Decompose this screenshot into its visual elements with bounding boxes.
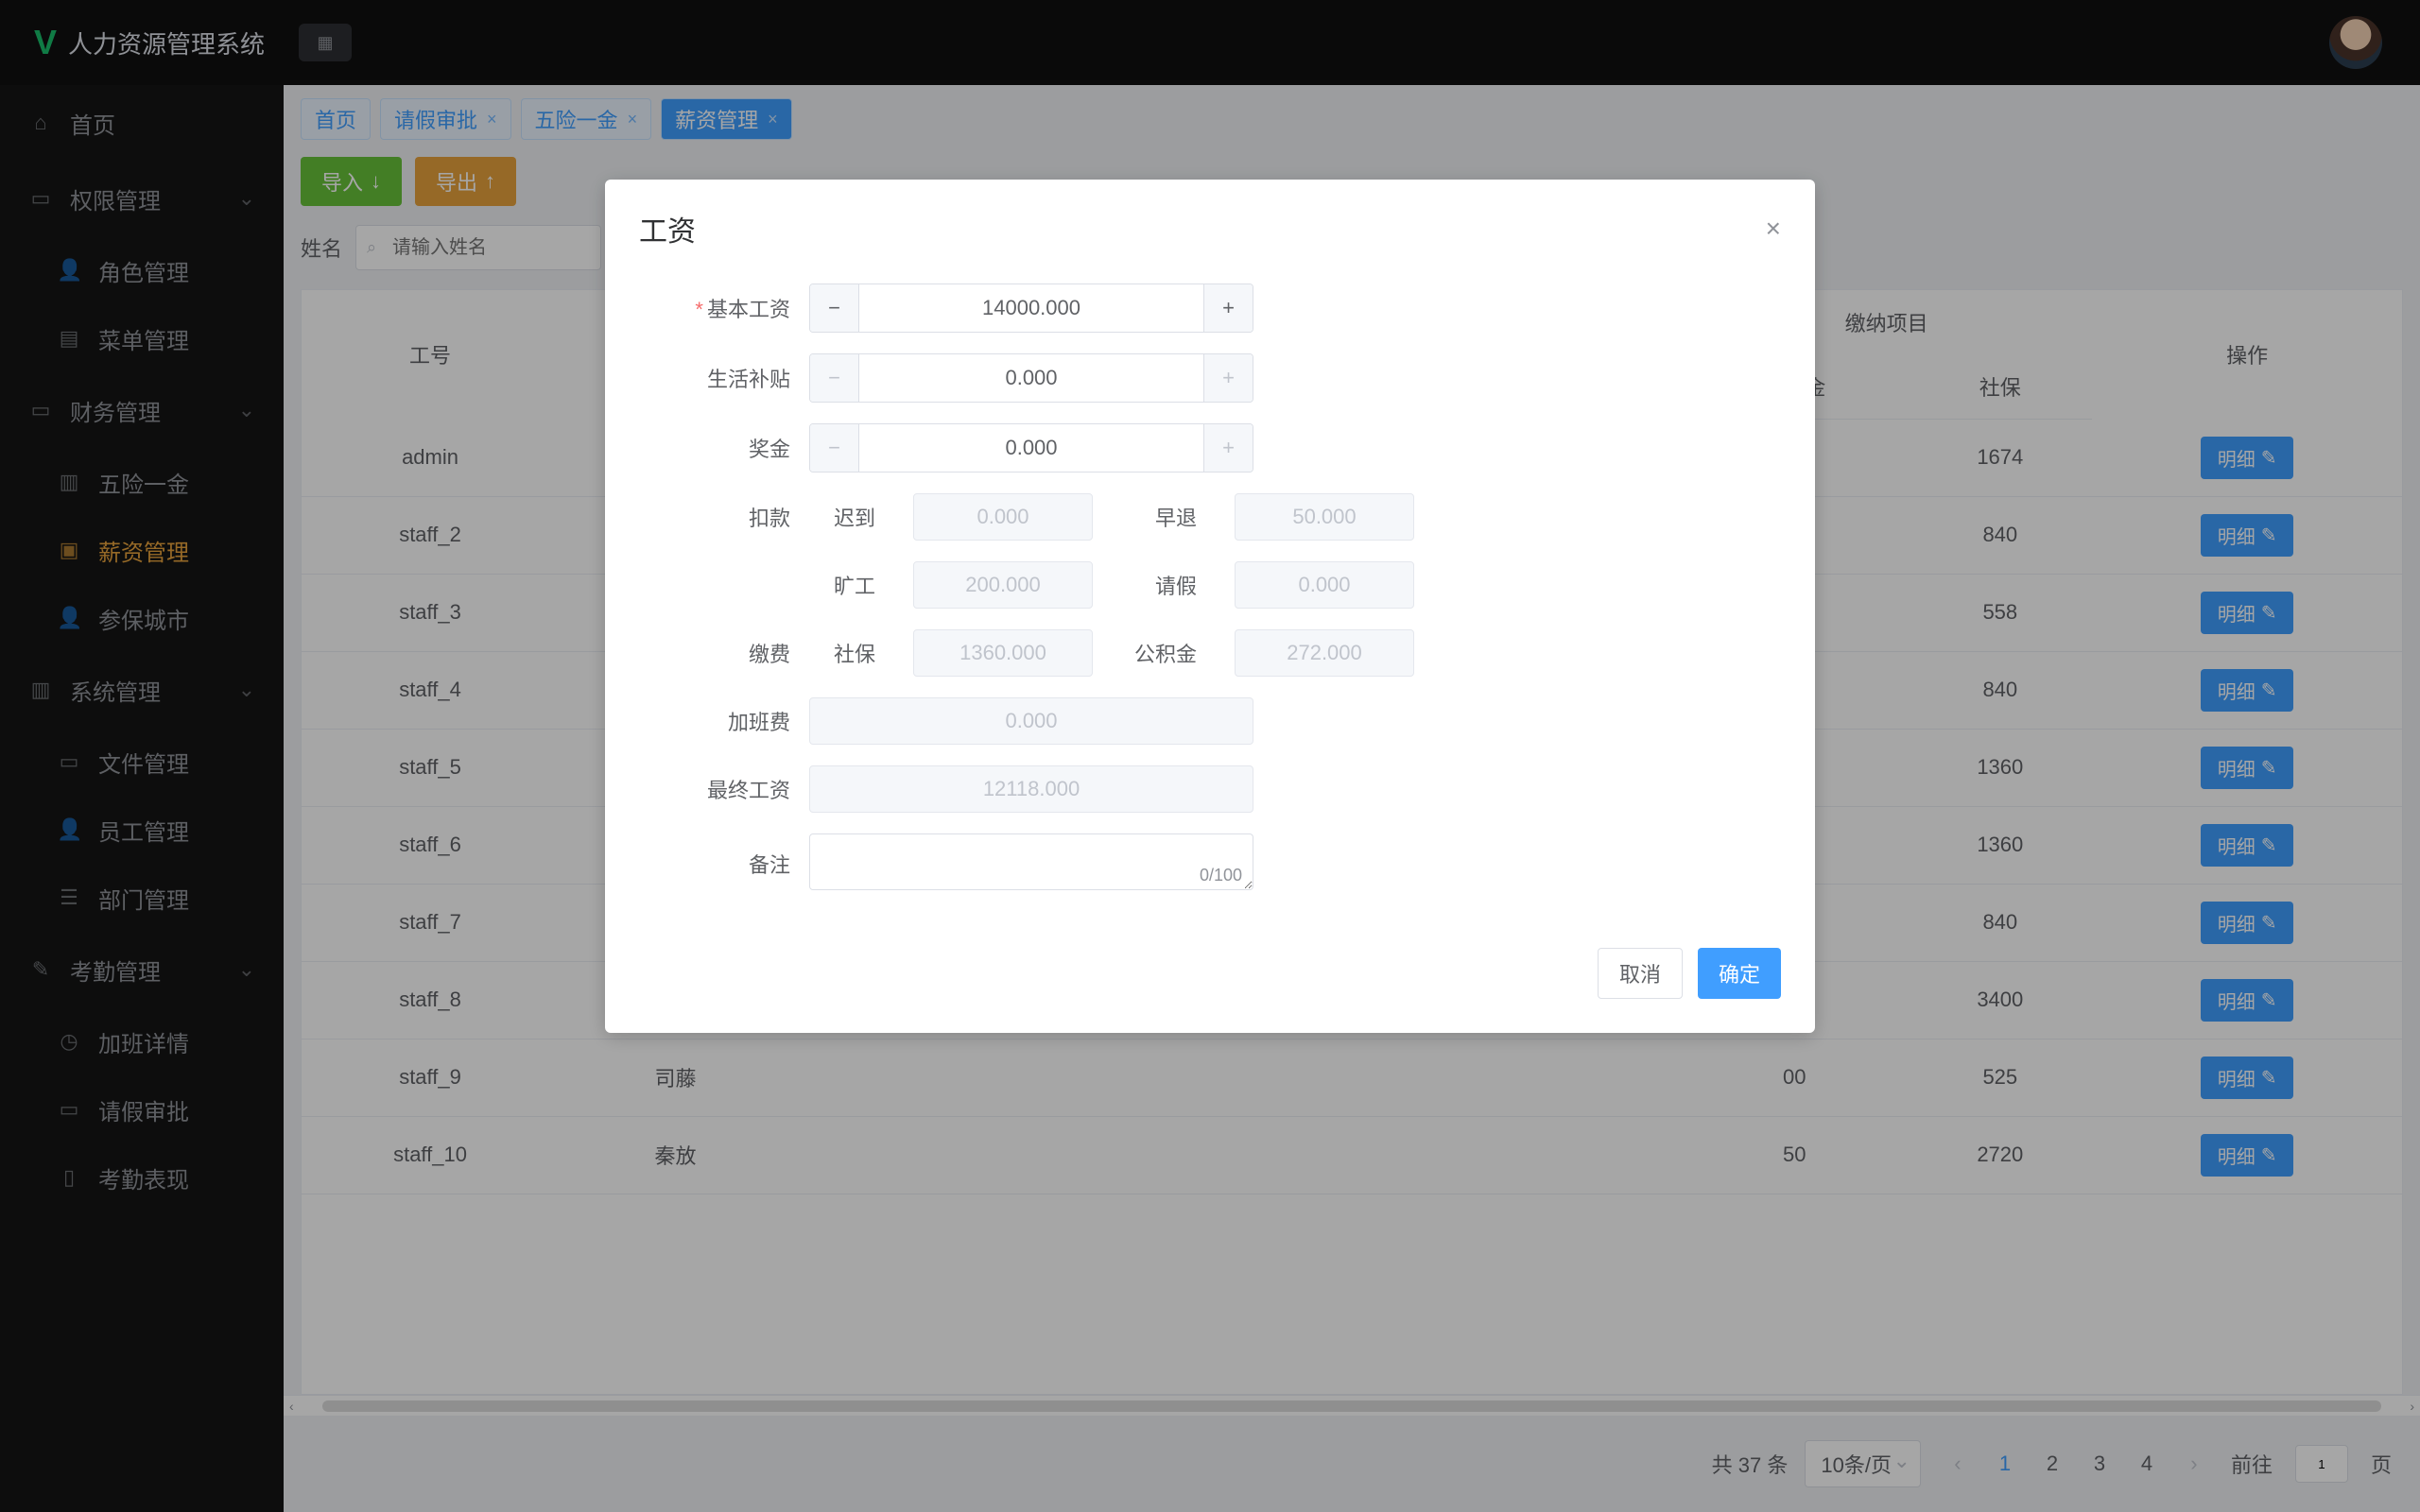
leave-label: 请假 — [1131, 570, 1197, 600]
absent-label: 旷工 — [809, 570, 875, 600]
late-label: 迟到 — [809, 502, 875, 532]
increase-button[interactable]: + — [1203, 354, 1253, 402]
absent-value: 200.000 — [913, 561, 1093, 609]
remark-label: 备注 — [639, 849, 809, 879]
modal-title: 工资 — [639, 208, 696, 249]
confirm-button[interactable]: 确定 — [1698, 948, 1781, 999]
leave-value: 0.000 — [1235, 561, 1414, 609]
decrease-button[interactable]: − — [810, 354, 859, 402]
fees-label: 缴费 — [639, 638, 809, 668]
base-salary-input: − + — [809, 284, 1253, 333]
modal-header: 工资 × — [605, 180, 1815, 265]
early-value: 50.000 — [1235, 493, 1414, 541]
social-label: 社保 — [809, 638, 875, 668]
close-icon[interactable]: × — [1766, 214, 1781, 244]
bonus-input: − + — [809, 423, 1253, 472]
allowance-field[interactable] — [859, 354, 1203, 402]
allowance-input: − + — [809, 353, 1253, 403]
overtime-label: 加班费 — [639, 706, 809, 736]
modal-footer: 取消 确定 — [605, 929, 1815, 1033]
late-value: 0.000 — [913, 493, 1093, 541]
salary-modal: 工资 × *基本工资 − + 生活补贴 − + — [605, 180, 1815, 1033]
deduction-label: 扣款 — [639, 502, 809, 532]
remark-textarea[interactable] — [809, 833, 1253, 890]
modal-overlay: 工资 × *基本工资 − + 生活补贴 − + — [0, 0, 2420, 1512]
allowance-label: 生活补贴 — [639, 363, 809, 393]
base-salary-field[interactable] — [859, 284, 1203, 332]
early-label: 早退 — [1131, 502, 1197, 532]
decrease-button[interactable]: − — [810, 424, 859, 472]
final-value: 12118.000 — [809, 765, 1253, 813]
cancel-button[interactable]: 取消 — [1598, 948, 1683, 999]
base-salary-label: *基本工资 — [639, 293, 809, 323]
decrease-button[interactable]: − — [810, 284, 859, 332]
modal-body: *基本工资 − + 生活补贴 − + 奖金 − — [605, 265, 1815, 929]
increase-button[interactable]: + — [1203, 424, 1253, 472]
fund-label: 公积金 — [1131, 638, 1197, 668]
fund-value: 272.000 — [1235, 629, 1414, 677]
bonus-label: 奖金 — [639, 433, 809, 463]
social-value: 1360.000 — [913, 629, 1093, 677]
bonus-field[interactable] — [859, 424, 1203, 472]
final-label: 最终工资 — [639, 774, 809, 804]
char-count: 0/100 — [1200, 866, 1242, 885]
increase-button[interactable]: + — [1203, 284, 1253, 332]
overtime-value: 0.000 — [809, 697, 1253, 745]
